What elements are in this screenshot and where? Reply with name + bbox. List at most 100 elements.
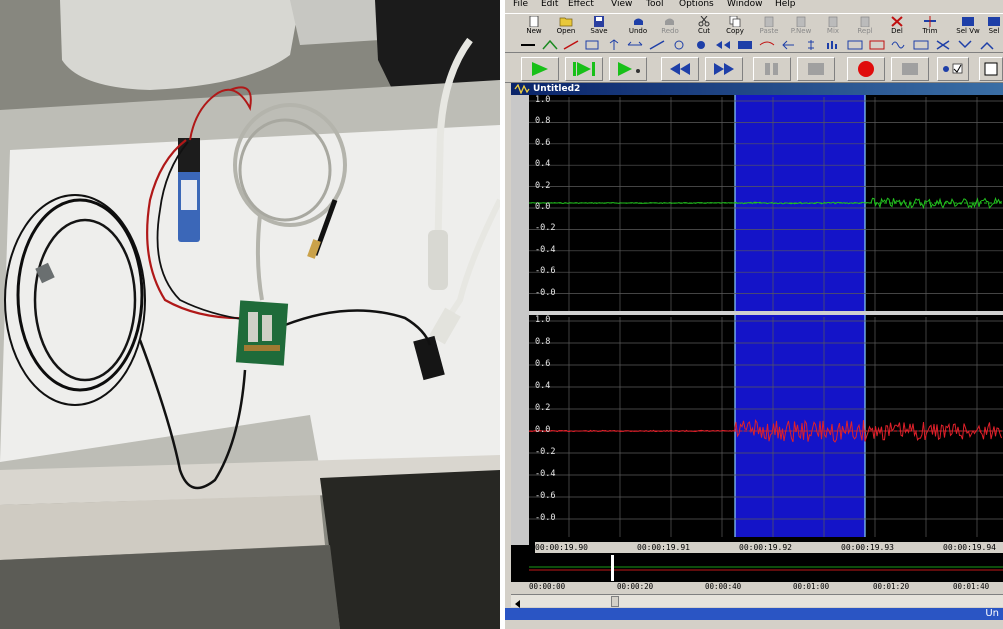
filter-icon[interactable] bbox=[758, 39, 776, 51]
redo-button[interactable]: Redo bbox=[655, 15, 685, 37]
reverse-icon[interactable] bbox=[714, 39, 732, 51]
scroll-thumb[interactable] bbox=[611, 596, 619, 607]
line-tool-icon[interactable] bbox=[519, 39, 537, 51]
trim-label: Trim bbox=[922, 27, 938, 35]
fade-icon[interactable] bbox=[562, 39, 580, 51]
select-button[interactable]: Sel bbox=[983, 15, 1003, 37]
mix-label: Mix bbox=[826, 27, 840, 35]
merge-icon[interactable] bbox=[956, 39, 974, 51]
audio-editor-window: File Edit Effect View Tool Options Windo… bbox=[505, 0, 1003, 629]
copy-button[interactable]: Copy bbox=[720, 15, 750, 37]
bottom-info-bar bbox=[505, 620, 1003, 629]
play-loop-button[interactable] bbox=[609, 57, 647, 81]
invert-icon[interactable] bbox=[648, 39, 666, 51]
pause-button[interactable] bbox=[753, 57, 791, 81]
wave-icon[interactable] bbox=[890, 39, 908, 51]
record-stop-button[interactable] bbox=[891, 57, 929, 81]
menu-view[interactable]: View bbox=[611, 0, 632, 9]
mix-button[interactable]: Mix bbox=[818, 15, 848, 37]
stop-button[interactable] bbox=[797, 57, 835, 81]
new-button[interactable]: New bbox=[519, 15, 549, 37]
menu-edit[interactable]: Edit bbox=[541, 0, 558, 9]
bars-icon[interactable] bbox=[824, 39, 842, 51]
main-toolbar: New Open Save Undo Redo Cut Copy Paste P… bbox=[505, 13, 1003, 39]
select-label: Sel bbox=[988, 27, 1000, 35]
grid-icon[interactable] bbox=[912, 39, 930, 51]
normalize-icon[interactable] bbox=[583, 39, 601, 51]
play-button[interactable] bbox=[521, 57, 559, 81]
undo-button[interactable]: Undo bbox=[623, 15, 653, 37]
overview-tick-label: 00:00:20 bbox=[617, 582, 654, 591]
overview-position-marker[interactable] bbox=[611, 555, 614, 581]
replace-button[interactable]: Repl bbox=[850, 15, 880, 37]
paste-new-button[interactable]: P.New bbox=[786, 15, 816, 37]
overview-strip[interactable] bbox=[511, 553, 1003, 583]
left-arrow-icon[interactable] bbox=[780, 39, 798, 51]
time-tick-label: 00:00:19.90 bbox=[535, 543, 588, 552]
scissors-icon bbox=[698, 16, 710, 27]
menu-effect[interactable]: Effect bbox=[568, 0, 594, 9]
overview-tick-label: 00:00:00 bbox=[529, 582, 566, 591]
save-button[interactable]: Save bbox=[584, 15, 614, 37]
time-tick-label: 00:00:19.91 bbox=[637, 543, 690, 552]
document-title: Untitled2 bbox=[533, 84, 581, 94]
select-view-button[interactable]: Sel Vw bbox=[953, 15, 983, 37]
cross-icon[interactable] bbox=[934, 39, 952, 51]
menu-help[interactable]: Help bbox=[775, 0, 796, 9]
undo-icon bbox=[634, 18, 643, 25]
eq-icon[interactable] bbox=[846, 39, 864, 51]
paste-label: Paste bbox=[759, 27, 779, 35]
selection-region bbox=[735, 95, 865, 537]
delete-button[interactable]: Del bbox=[882, 15, 912, 37]
compress-icon[interactable] bbox=[802, 39, 820, 51]
loop-icon[interactable] bbox=[670, 39, 688, 51]
undo-label: Undo bbox=[628, 27, 648, 35]
select-view-icon bbox=[962, 17, 974, 26]
amplitude-label: -0.4 bbox=[535, 244, 556, 255]
cut-button[interactable]: Cut bbox=[689, 15, 719, 37]
monitor-toggle[interactable] bbox=[937, 57, 969, 81]
amplitude-label: 0.4 bbox=[535, 159, 551, 170]
overview-tick-label: 00:00:40 bbox=[705, 582, 742, 591]
amplitude-label: 1.0 bbox=[535, 315, 551, 325]
fast-forward-button[interactable] bbox=[705, 57, 743, 81]
stretch-icon[interactable] bbox=[626, 39, 644, 51]
waveform-canvas[interactable] bbox=[511, 95, 1003, 545]
redo-label: Redo bbox=[661, 27, 679, 35]
horizontal-scrollbar[interactable] bbox=[511, 594, 1003, 608]
menu-file[interactable]: File bbox=[513, 0, 528, 9]
paste-button[interactable]: Paste bbox=[754, 15, 784, 37]
menu-options[interactable]: Options bbox=[679, 0, 714, 9]
mix-channels-icon[interactable] bbox=[736, 39, 754, 51]
record-button[interactable] bbox=[847, 57, 885, 81]
delete-icon bbox=[891, 16, 903, 27]
amplitude-label: 0.2 bbox=[535, 180, 551, 191]
window-button[interactable] bbox=[979, 57, 1003, 81]
open-folder-icon bbox=[559, 17, 573, 27]
amplitude-label: -0.0 bbox=[535, 513, 556, 523]
rewind-icon bbox=[670, 63, 690, 75]
trim-button[interactable]: Trim bbox=[915, 15, 945, 37]
amplitude-label: -0.2 bbox=[535, 223, 556, 234]
waveform-view[interactable]: 1.0 0.8 0.6 0.4 0.2 0.0 -0.2 -0.4 -0.6 -0.0 1.0 0.8… bbox=[511, 95, 1003, 565]
record-icon bbox=[858, 61, 874, 77]
play-selection-button[interactable] bbox=[565, 57, 603, 81]
menu-tool[interactable]: Tool bbox=[646, 0, 663, 9]
save-label: Save bbox=[590, 27, 608, 35]
play-icon bbox=[532, 62, 548, 76]
open-button[interactable]: Open bbox=[551, 15, 581, 37]
transport-bar bbox=[505, 54, 1003, 83]
effects-toolbar bbox=[505, 38, 1003, 53]
split-icon[interactable] bbox=[978, 39, 996, 51]
document-title-bar[interactable]: Untitled2 bbox=[511, 83, 1003, 95]
menu-window[interactable]: Window bbox=[727, 0, 763, 9]
rewind-button[interactable] bbox=[661, 57, 699, 81]
open-label: Open bbox=[556, 27, 576, 35]
envelope-icon[interactable] bbox=[541, 39, 559, 51]
save-disk-icon bbox=[594, 16, 604, 27]
amplify-icon[interactable] bbox=[605, 39, 623, 51]
copy-icon bbox=[729, 16, 741, 27]
spectrum-icon[interactable] bbox=[868, 39, 886, 51]
gear-icon[interactable] bbox=[692, 39, 710, 51]
overview-canvas[interactable] bbox=[511, 553, 1003, 583]
